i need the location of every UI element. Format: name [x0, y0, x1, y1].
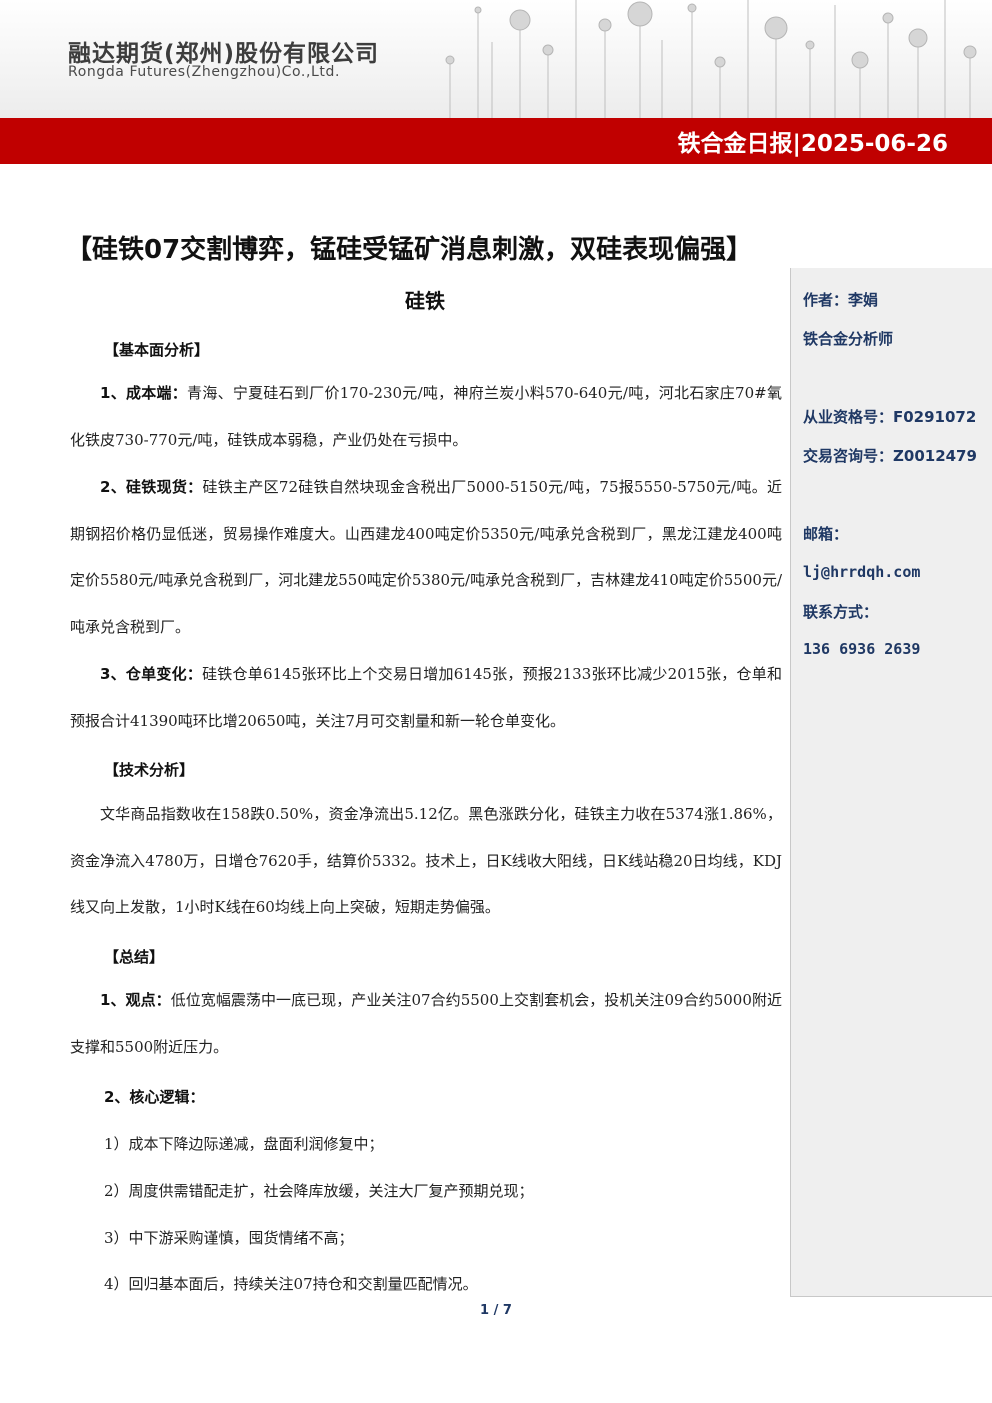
spot-paragraph: 2、硅铁现货：硅铁主产区72硅铁自然块现金含税出厂5000-5150元/吨，75…: [70, 464, 782, 650]
spot-text: 硅铁主产区72硅铁自然块现金含税出厂5000-5150元/吨，75报5550-5…: [70, 478, 782, 636]
cost-label: 1、成本端：: [100, 384, 188, 402]
view-label: 1、观点：: [100, 991, 171, 1009]
company-name-cn: 融达期货(郑州)股份有限公司: [68, 41, 380, 67]
logic-item: 2）周度供需错配走扩，社会降库放缓，关注大厂复产预期兑现；: [104, 1182, 534, 1200]
page-number: 1 / 7: [480, 1303, 512, 1318]
section-title: 硅铁: [405, 289, 445, 313]
email-label: 邮箱：: [803, 525, 849, 543]
technical-heading: 【技术分析】: [104, 761, 195, 779]
cost-paragraph: 1、成本端：青海、宁夏硅石到厂价170-230元/吨，神府兰炭小料570-640…: [70, 370, 782, 463]
logic-item: 1）成本下降边际递减，盘面利润修复中；: [104, 1135, 384, 1153]
header-decoration: [445, 0, 977, 118]
logic-item: 4）回归基本面后，持续关注07持仓和交割量匹配情况。: [104, 1275, 478, 1293]
logic-heading: 2、核心逻辑：: [104, 1088, 205, 1106]
summary-heading: 【总结】: [104, 948, 165, 966]
company-name-en: Rongda Futures(Zhengzhou)Co.,Ltd.: [68, 64, 341, 80]
logic-item: 3）中下游采购谨慎，囤货情绪不高；: [104, 1229, 354, 1247]
author-name: 作者：李娟: [803, 291, 879, 309]
phone-number: 136 6936 2639: [803, 640, 921, 658]
fundamental-heading: 【基本面分析】: [104, 341, 210, 359]
consult-number: 交易咨询号：Z0012479: [803, 447, 977, 465]
technical-paragraph: 文华商品指数收在158跌0.50%，资金净流出5.12亿。黑色涨跌分化，硅铁主力…: [70, 805, 782, 916]
article-title: 【硅铁07交割博弈，锰硅受锰矿消息刺激，双硅表现偏强】: [66, 235, 753, 265]
view-text: 低位宽幅震荡中一底已现，产业关注07合约5500上交割套机会，投机关注09合约5…: [70, 991, 782, 1056]
warehouse-paragraph: 3、仓单变化：硅铁仓单6145张环比上个交易日增加6145张，预报2133张环比…: [70, 651, 782, 744]
author-role: 铁合金分析师: [803, 330, 894, 348]
email-link[interactable]: lj@hrrdqh.com: [803, 563, 920, 581]
view-paragraph: 1、观点：低位宽幅震荡中一底已现，产业关注07合约5500上交割套机会，投机关注…: [70, 977, 782, 1070]
warehouse-label: 3、仓单变化：: [100, 665, 203, 683]
report-title: 铁合金日报|2025-06-26: [677, 131, 948, 157]
license-number: 从业资格号：F0291072: [803, 408, 977, 426]
spot-label: 2、硅铁现货：: [100, 478, 203, 496]
contact-label: 联系方式：: [803, 603, 879, 621]
